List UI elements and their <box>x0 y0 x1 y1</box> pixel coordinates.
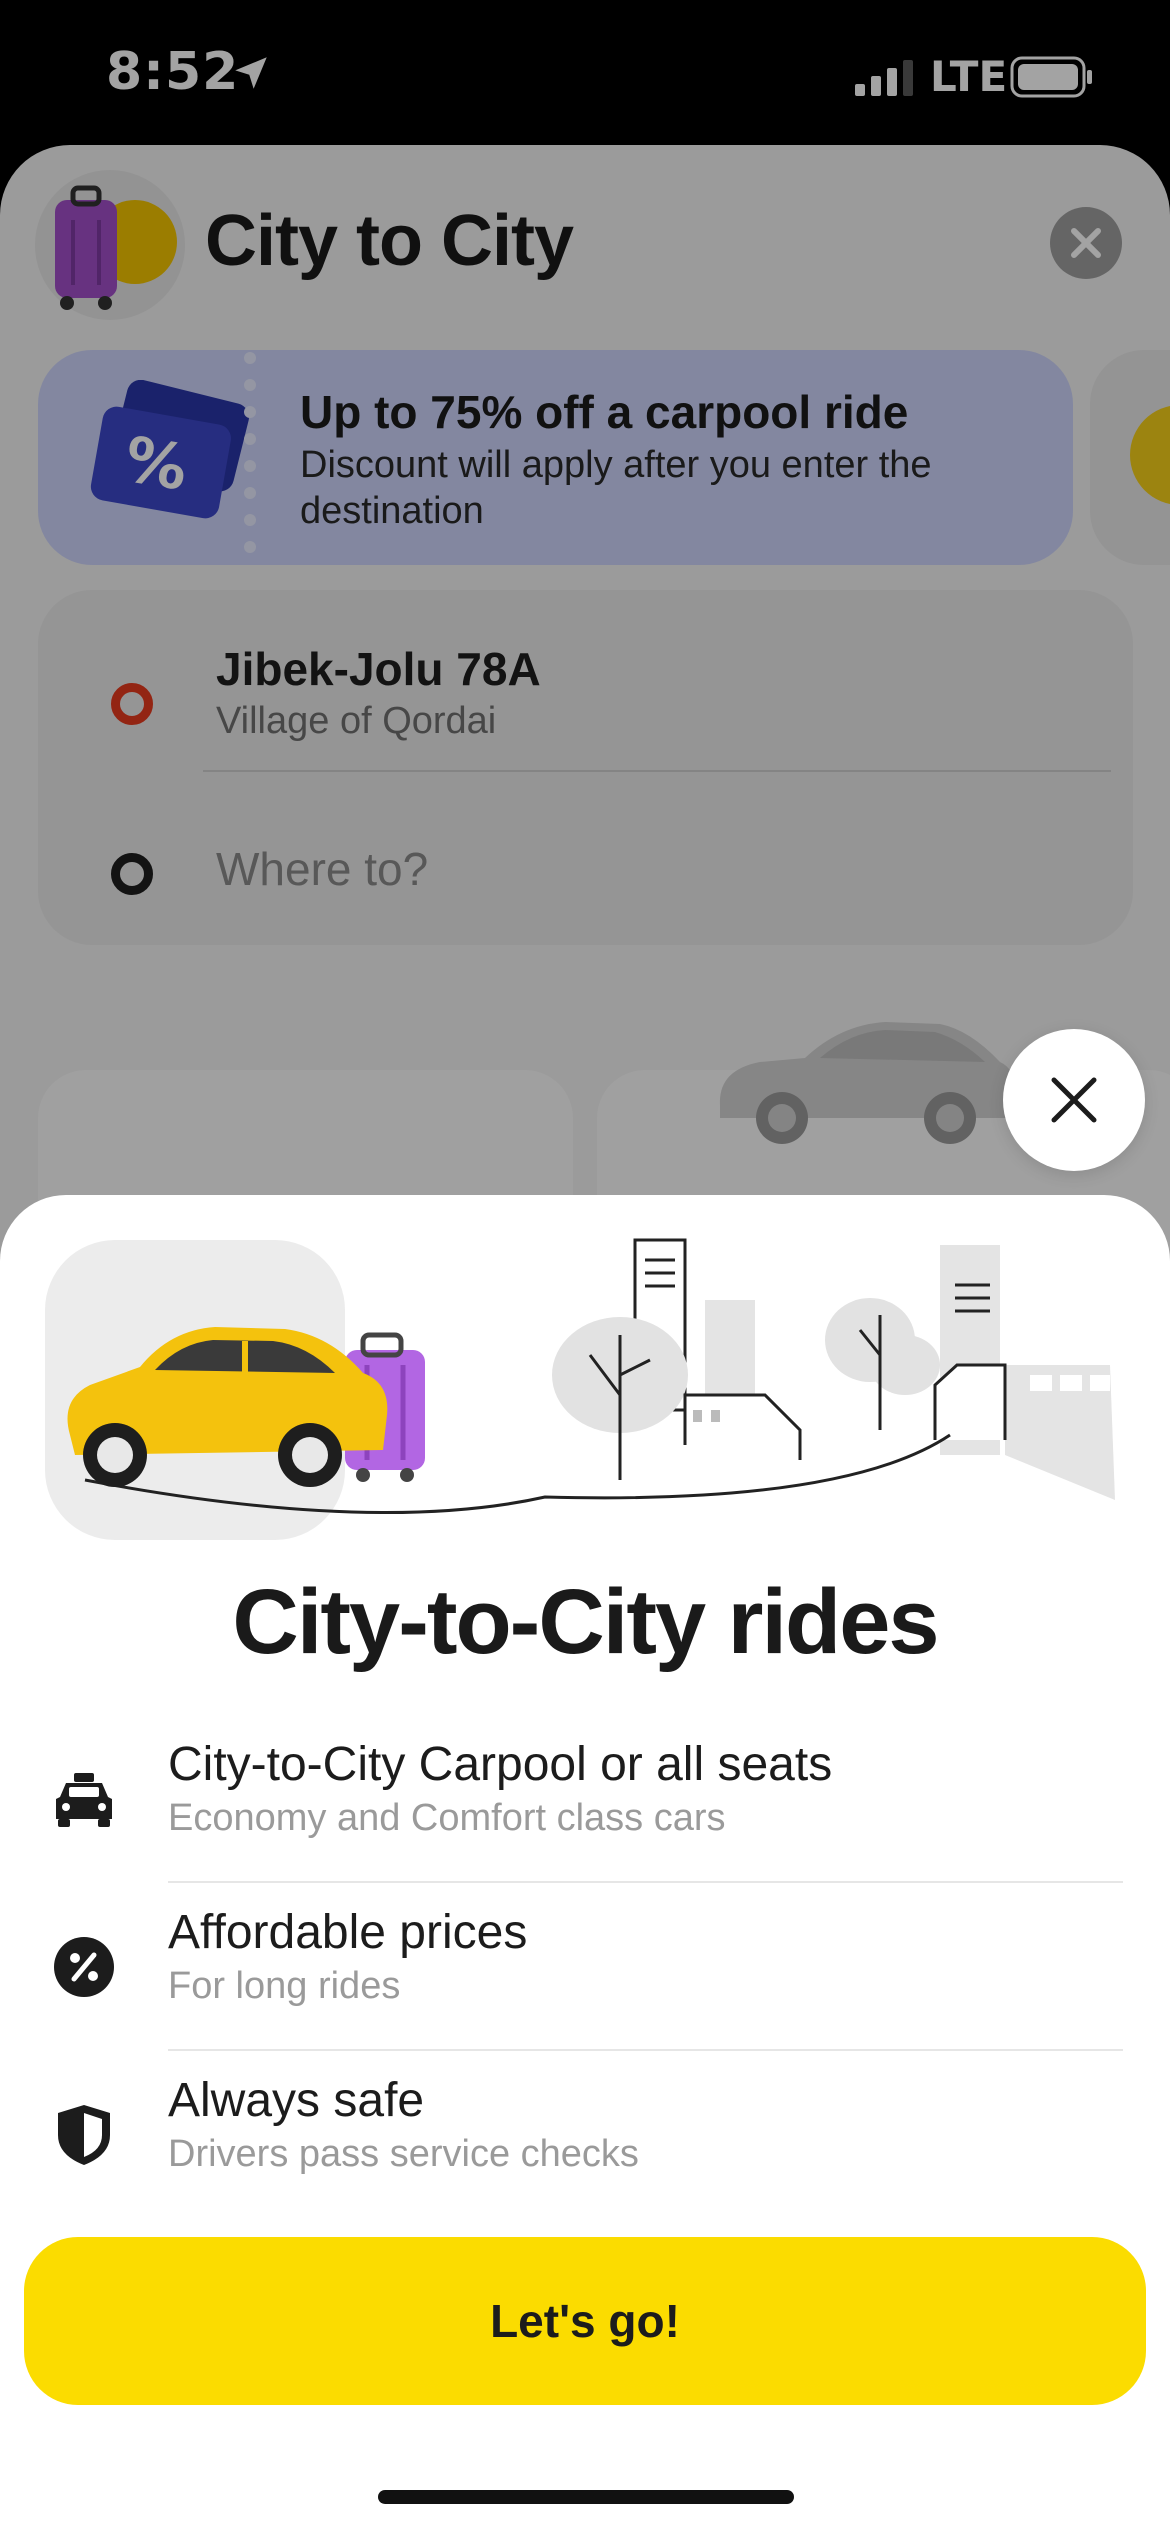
feature-subtitle: Economy and Comfort class cars <box>168 1797 726 1839</box>
home-indicator[interactable] <box>378 2490 794 2504</box>
feature-subtitle: Drivers pass service checks <box>168 2133 639 2175</box>
percent-icon <box>54 1937 114 1997</box>
modal-close-button[interactable] <box>1003 1029 1145 1171</box>
feature-title: Affordable prices <box>168 1906 528 1959</box>
shield-icon <box>58 2105 110 2165</box>
modal-title: City-to-City rides <box>232 1571 939 1673</box>
feature-item: City-to-City Carpool or all seats Econom… <box>0 1715 1170 1883</box>
feature-subtitle: For long rides <box>168 1965 401 2007</box>
feature-title: City-to-City Carpool or all seats <box>168 1738 833 1791</box>
lets-go-button[interactable]: Let's go! <box>24 2237 1146 2405</box>
close-icon <box>1051 1077 1097 1123</box>
feature-title: Always safe <box>168 2074 425 2127</box>
taxi-icon <box>56 1773 112 1827</box>
feature-item: Always safe Drivers pass service checks <box>0 2051 1170 2219</box>
feature-item: Affordable prices For long rides <box>0 1883 1170 2051</box>
city-to-city-illustration <box>45 1238 1115 1540</box>
